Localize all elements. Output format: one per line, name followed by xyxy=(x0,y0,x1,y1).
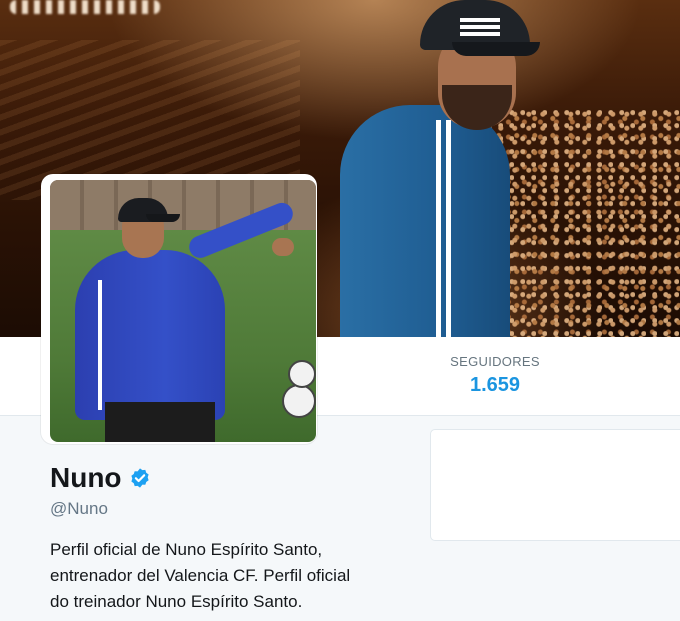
jacket-stripe xyxy=(446,120,451,337)
coach-cap-brim xyxy=(452,42,540,56)
profile-info: Nuno @Nuno Perfil oficial de Nuno Espíri… xyxy=(50,462,410,615)
profile-avatar[interactable] xyxy=(41,174,317,444)
profile-name[interactable]: Nuno xyxy=(50,462,122,494)
followers-label: SEGUIDORES xyxy=(450,354,540,369)
football-ball xyxy=(288,360,316,388)
profile-handle[interactable]: @Nuno xyxy=(50,499,410,519)
banner-coach-figure xyxy=(340,0,540,337)
name-row: Nuno xyxy=(50,462,410,494)
followers-stat[interactable]: SEGUIDORES 1.659 xyxy=(440,354,550,397)
bio-line: do treinador Nuno Espírito Santo. xyxy=(50,592,303,611)
player-hand xyxy=(272,238,294,256)
jacket-stripe xyxy=(436,120,441,337)
bio-line: entrenador del Valencia CF. Perfil ofici… xyxy=(50,566,351,585)
football-ball xyxy=(282,384,316,418)
jacket-stripe xyxy=(98,280,102,410)
cap-logo-icon xyxy=(460,18,500,22)
followers-count: 1.659 xyxy=(469,374,521,396)
player-cap-brim xyxy=(146,214,180,222)
verified-badge-icon xyxy=(129,467,151,489)
avatar-photo xyxy=(50,180,316,442)
banner-stadium-lights xyxy=(10,0,160,14)
bio-line: Perfil oficial de Nuno Espírito Santo, xyxy=(50,540,323,559)
player-shorts xyxy=(105,402,215,442)
sidebar-card xyxy=(430,429,680,541)
coach-jacket xyxy=(340,105,510,337)
profile-bio: Perfil oficial de Nuno Espírito Santo, e… xyxy=(50,537,410,615)
